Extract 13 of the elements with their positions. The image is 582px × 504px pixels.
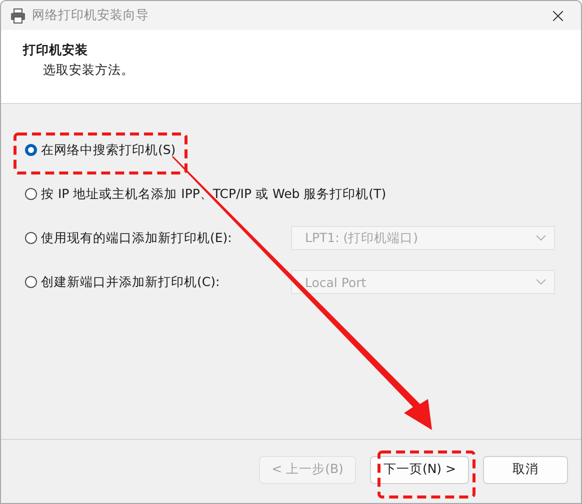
close-icon [553, 10, 563, 20]
cancel-button[interactable]: 取消 [483, 456, 568, 484]
page-subtitle: 选取安装方法。 [43, 62, 134, 79]
radio-option[interactable]: 在网络中搜索打印机(S) [25, 142, 176, 158]
radio-option[interactable]: 创建新端口并添加新打印机(C): [25, 274, 291, 290]
chevron-down-icon [536, 279, 546, 285]
printer-icon [10, 8, 26, 24]
radio-option[interactable]: 按 IP 地址或主机名添加 IPP、TCP/IP 或 Web 服务打印机(T) [25, 186, 386, 202]
page-title: 打印机安装 [23, 42, 88, 59]
radio-option[interactable]: 使用现有的端口添加新打印机(E): [25, 230, 291, 246]
window-title: 网络打印机安装向导 [32, 7, 150, 24]
next-button[interactable]: 下一页(N) > [370, 456, 469, 484]
chevron-down-icon [536, 235, 546, 241]
